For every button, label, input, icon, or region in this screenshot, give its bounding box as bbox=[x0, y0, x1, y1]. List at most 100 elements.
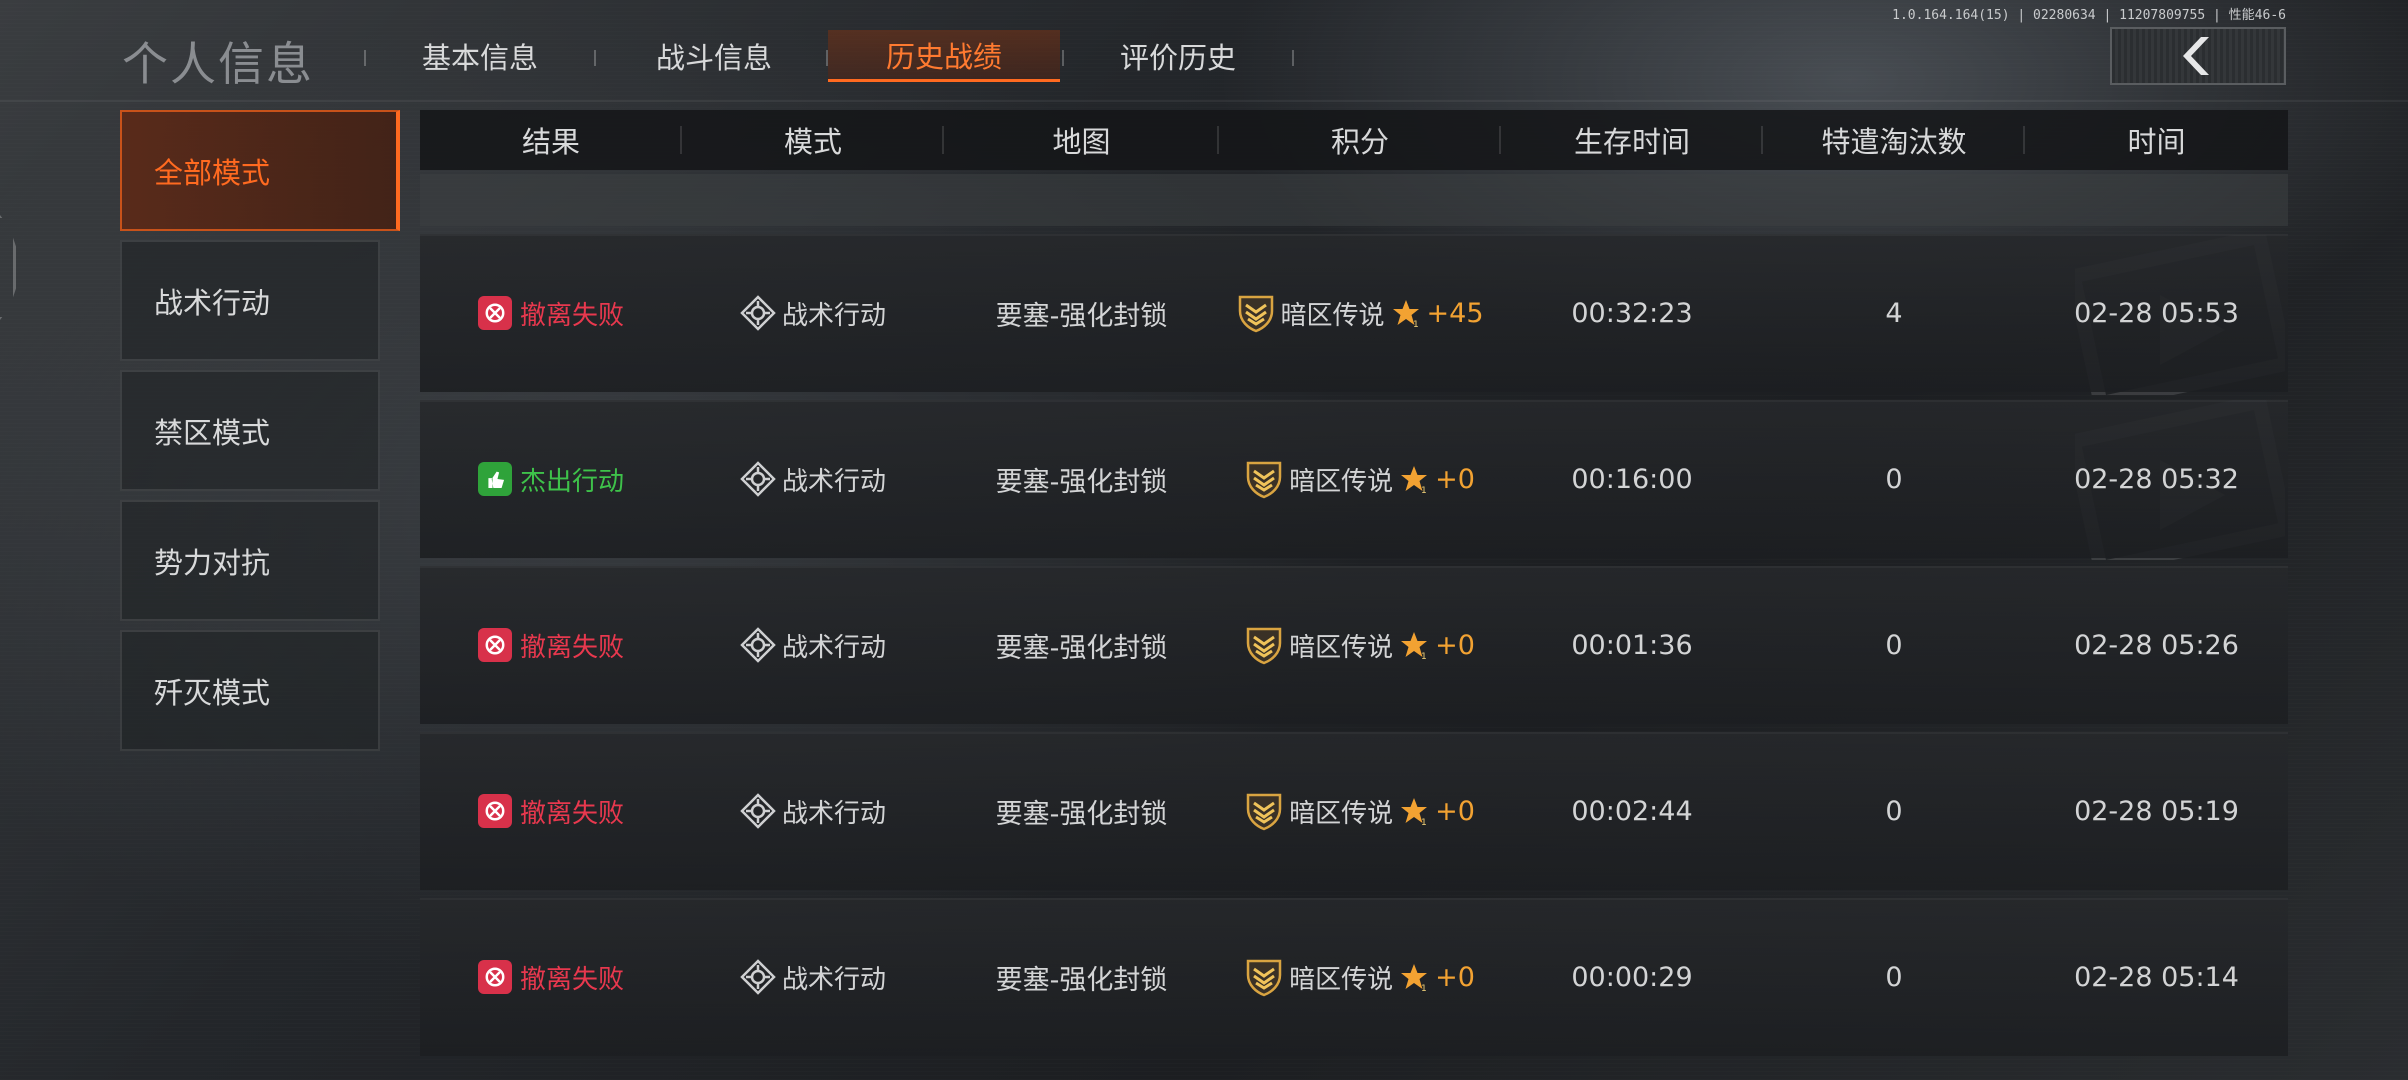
rank-label: 暗区传说 bbox=[1289, 632, 1394, 663]
mode-label: 战术行动 bbox=[781, 798, 886, 829]
sidebar-item-tactical-ops[interactable]: 战术行动 bbox=[120, 240, 380, 361]
mode-label: 战术行动 bbox=[781, 632, 886, 663]
result-cell: 杰出行动 bbox=[420, 400, 682, 558]
result-cell: 撤离失败 bbox=[420, 234, 682, 392]
score-delta: +45 bbox=[1426, 297, 1484, 329]
map-cell: 要塞-强化封锁 bbox=[995, 964, 1168, 996]
result-label: 杰出行动 bbox=[519, 466, 624, 497]
chevron-left-icon bbox=[2183, 37, 2209, 75]
back-button[interactable] bbox=[2110, 27, 2286, 85]
result-cell: 撤离失败 bbox=[420, 566, 682, 724]
time-cell: 02-28 05:32 bbox=[2074, 463, 2239, 495]
tab-match-history[interactable]: 历史战绩 bbox=[828, 30, 1060, 82]
score-delta: +0 bbox=[1435, 961, 1475, 993]
map-cell: 要塞-强化封锁 bbox=[995, 466, 1168, 498]
tactical-mode-icon bbox=[740, 627, 776, 663]
column-header-map: 地图 bbox=[944, 110, 1219, 170]
rank-label: 暗区传说 bbox=[1280, 300, 1385, 331]
sidebar-item-restricted-zone[interactable]: 禁区模式 bbox=[120, 370, 380, 491]
score-cell: 暗区传说 1 +0 bbox=[1219, 732, 1501, 890]
score-delta: +0 bbox=[1435, 463, 1475, 495]
mode-cell: 战术行动 bbox=[682, 400, 944, 558]
score-delta: +0 bbox=[1435, 795, 1475, 827]
survival-time-cell: 00:16:00 bbox=[1571, 463, 1693, 495]
eliminations-cell: 0 bbox=[1885, 463, 1903, 495]
table-row[interactable]: 杰出行动 战术行动 要塞-强化封锁 暗区传说 1 +0 00:16:00 0 0… bbox=[420, 400, 2288, 558]
tactical-mode-icon bbox=[740, 959, 776, 995]
star-icon: 1 bbox=[1399, 962, 1429, 994]
column-header-mode: 模式 bbox=[682, 110, 944, 170]
map-cell: 要塞-强化封锁 bbox=[995, 632, 1168, 664]
eliminations-cell: 0 bbox=[1885, 961, 1903, 993]
table-row[interactable]: 撤离失败 战术行动 要塞-强化封锁 暗区传说 1 +0 00:00:29 0 0… bbox=[420, 898, 2288, 1056]
page-title: 个人信息 bbox=[122, 37, 314, 91]
result-label: 撤离失败 bbox=[519, 300, 624, 331]
rank-badge-icon bbox=[1245, 791, 1283, 831]
map-cell: 要塞-强化封锁 bbox=[995, 300, 1168, 332]
result-cell: 撤离失败 bbox=[420, 732, 682, 890]
tab-separator bbox=[594, 50, 596, 66]
eliminations-cell: 4 bbox=[1885, 297, 1903, 329]
result-label: 撤离失败 bbox=[519, 798, 624, 829]
tactical-mode-icon bbox=[740, 461, 776, 497]
rank-badge-icon bbox=[1245, 957, 1283, 997]
table-row[interactable]: 撤离失败 战术行动 要塞-强化封锁 暗区传说 1 +0 00:01:36 0 0… bbox=[420, 566, 2288, 724]
mode-label: 战术行动 bbox=[781, 300, 886, 331]
table-row[interactable]: 撤离失败 战术行动 要塞-强化封锁 暗区传说 1 +0 00:02:44 0 0… bbox=[420, 732, 2288, 890]
column-header-score: 积分 bbox=[1219, 110, 1501, 170]
score-cell: 暗区传说 1 +45 bbox=[1219, 234, 1501, 392]
thumbs-up-icon bbox=[477, 462, 512, 496]
svg-text:1: 1 bbox=[1413, 320, 1419, 328]
time-cell: 02-28 05:26 bbox=[2074, 629, 2239, 661]
eliminations-cell: 0 bbox=[1885, 795, 1903, 827]
tab-separator bbox=[1062, 50, 1064, 66]
tactical-mode-icon bbox=[740, 295, 776, 331]
star-icon: 1 bbox=[1399, 630, 1429, 662]
left-edge-decoration bbox=[0, 215, 16, 320]
sidebar-item-faction-battle[interactable]: 势力对抗 bbox=[120, 500, 380, 621]
star-icon: 1 bbox=[1399, 464, 1429, 496]
table-row[interactable]: 撤离失败 战术行动 要塞-强化封锁 暗区传说 1 +45 00:32:23 4 … bbox=[420, 234, 2288, 392]
time-cell: 02-28 05:14 bbox=[2074, 961, 2239, 993]
svg-text:1: 1 bbox=[1421, 652, 1427, 660]
result-label: 撤离失败 bbox=[519, 632, 624, 663]
version-info: 1.0.164.164(15) | 02280634 | 11207809755… bbox=[1892, 8, 2286, 23]
tab-separator bbox=[364, 50, 366, 66]
survival-time-cell: 00:02:44 bbox=[1571, 795, 1693, 827]
sidebar-item-all-modes[interactable]: 全部模式 bbox=[120, 110, 400, 231]
tab-separator bbox=[1292, 50, 1294, 66]
tab-battle-info[interactable]: 战斗信息 bbox=[626, 30, 802, 82]
result-cell: 撤离失败 bbox=[420, 898, 682, 1056]
mode-cell: 战术行动 bbox=[682, 566, 944, 724]
table-header: 结果 模式 地图 积分 生存时间 特遣淘汰数 时间 bbox=[420, 110, 2288, 170]
tactical-mode-icon bbox=[740, 793, 776, 829]
mode-label: 战术行动 bbox=[781, 466, 886, 497]
eliminations-cell: 0 bbox=[1885, 629, 1903, 661]
column-header-survival-time: 生存时间 bbox=[1501, 110, 1763, 170]
tab-basic-info[interactable]: 基本信息 bbox=[392, 30, 568, 82]
time-cell: 02-28 05:19 bbox=[2074, 795, 2239, 827]
svg-text:1: 1 bbox=[1421, 984, 1427, 992]
rank-label: 暗区传说 bbox=[1289, 466, 1394, 497]
score-cell: 暗区传说 1 +0 bbox=[1219, 898, 1501, 1056]
mode-cell: 战术行动 bbox=[682, 234, 944, 392]
mode-label: 战术行动 bbox=[781, 964, 886, 995]
column-header-result: 结果 bbox=[420, 110, 682, 170]
failed-extraction-icon bbox=[477, 960, 512, 994]
rank-label: 暗区传说 bbox=[1289, 798, 1394, 829]
rank-badge-icon bbox=[1237, 293, 1275, 333]
sidebar-item-annihilation[interactable]: 歼灭模式 bbox=[120, 630, 380, 751]
rank-label: 暗区传说 bbox=[1289, 964, 1394, 995]
survival-time-cell: 00:00:29 bbox=[1571, 961, 1693, 993]
score-cell: 暗区传说 1 +0 bbox=[1219, 566, 1501, 724]
failed-extraction-icon bbox=[477, 628, 512, 662]
tab-rating-history[interactable]: 评价历史 bbox=[1090, 30, 1266, 82]
score-cell: 暗区传说 1 +0 bbox=[1219, 400, 1501, 558]
column-header-eliminations: 特遣淘汰数 bbox=[1763, 110, 2025, 170]
failed-extraction-icon bbox=[477, 296, 512, 330]
table-spacer-bar bbox=[420, 174, 2288, 226]
time-cell: 02-28 05:53 bbox=[2074, 297, 2239, 329]
mode-cell: 战术行动 bbox=[682, 898, 944, 1056]
survival-time-cell: 00:32:23 bbox=[1571, 297, 1693, 329]
mode-cell: 战术行动 bbox=[682, 732, 944, 890]
